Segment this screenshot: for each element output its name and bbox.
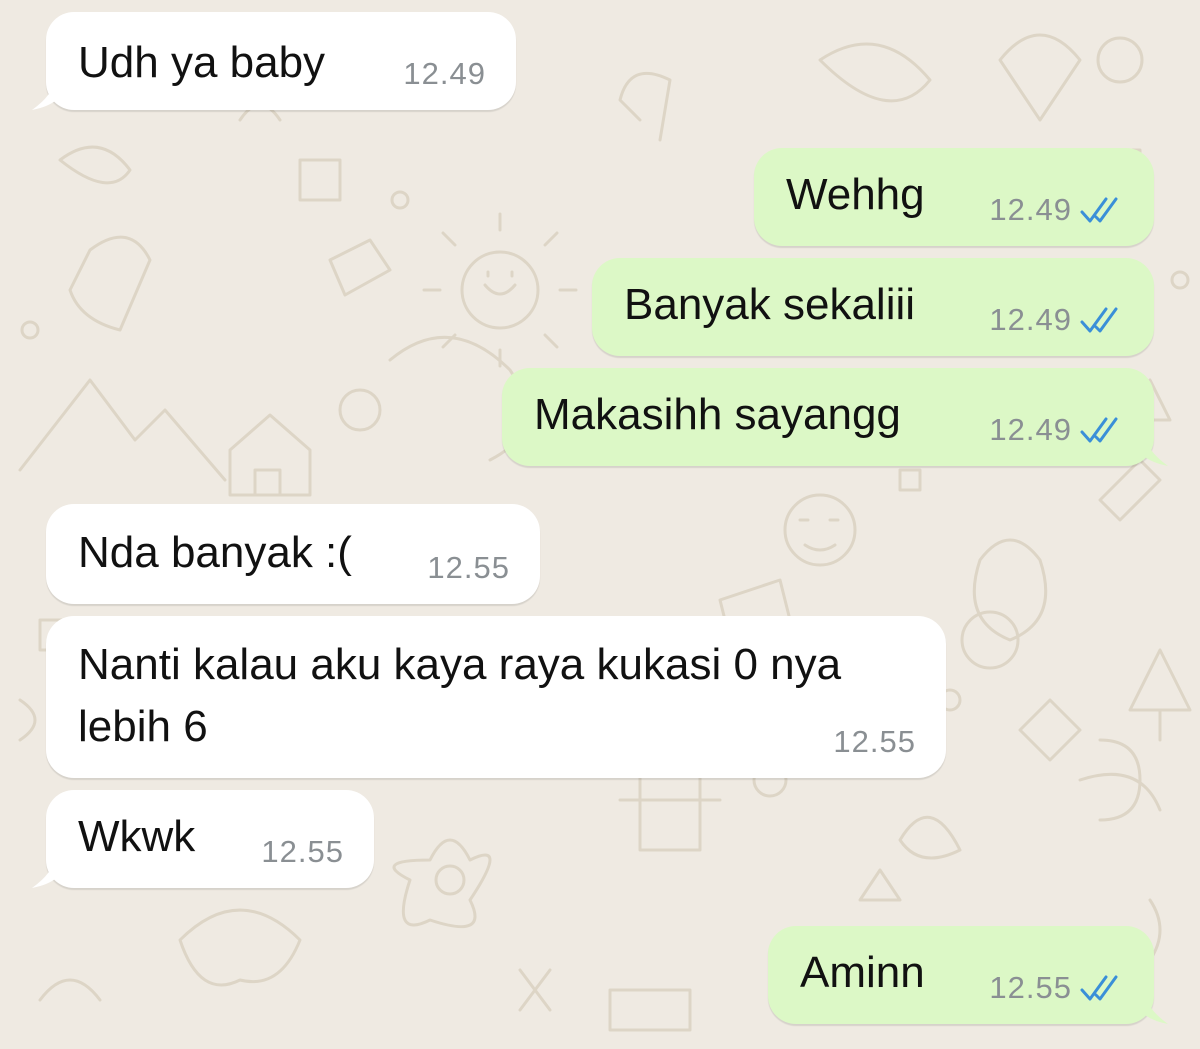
double-check-icon <box>1080 975 1118 1001</box>
message-text: Aminn <box>800 948 925 997</box>
message-text: Wehhg <box>786 170 925 219</box>
bubble-tail <box>1132 436 1168 466</box>
message-text: Nanti kalau aku kaya raya kukasi 0 nya l… <box>78 640 842 751</box>
message-bubble-incoming[interactable]: Nanti kalau aku kaya raya kukasi 0 nya l… <box>46 616 946 778</box>
message-bubble-outgoing[interactable]: Makasihh sayangg 12.49 <box>502 368 1168 466</box>
bubble-tail <box>32 80 68 110</box>
message-time: 12.49 <box>989 302 1072 337</box>
message-text: Banyak sekaliii <box>624 280 916 329</box>
message-bubble-incoming[interactable]: Nda banyak :( 12.55 <box>46 504 540 604</box>
double-check-icon <box>1080 307 1118 333</box>
message-bubble-outgoing[interactable]: Aminn 12.55 <box>768 926 1168 1024</box>
message-bubble-outgoing[interactable]: Wehhg 12.49 <box>754 148 1154 246</box>
message-bubble-outgoing[interactable]: Banyak sekaliii 12.49 <box>592 258 1154 356</box>
message-time: 12.49 <box>403 56 486 91</box>
bubble-tail <box>32 858 68 888</box>
message-text: Wkwk <box>78 812 196 861</box>
message-time: 12.55 <box>427 550 510 585</box>
message-bubble-incoming[interactable]: Udh ya baby 12.49 <box>32 12 516 110</box>
message-time: 12.55 <box>833 724 916 759</box>
message-bubble-incoming[interactable]: Wkwk 12.55 <box>32 790 374 888</box>
double-check-icon <box>1080 417 1118 443</box>
message-text: Nda banyak :( <box>78 528 352 577</box>
message-text: Makasihh sayangg <box>534 390 901 439</box>
message-time: 12.55 <box>989 970 1072 1005</box>
message-text: Udh ya baby <box>78 38 326 87</box>
message-time: 12.49 <box>989 412 1072 447</box>
message-time: 12.55 <box>261 834 344 869</box>
double-check-icon <box>1080 197 1118 223</box>
bubble-tail <box>1132 994 1168 1024</box>
message-time: 12.49 <box>989 192 1072 227</box>
